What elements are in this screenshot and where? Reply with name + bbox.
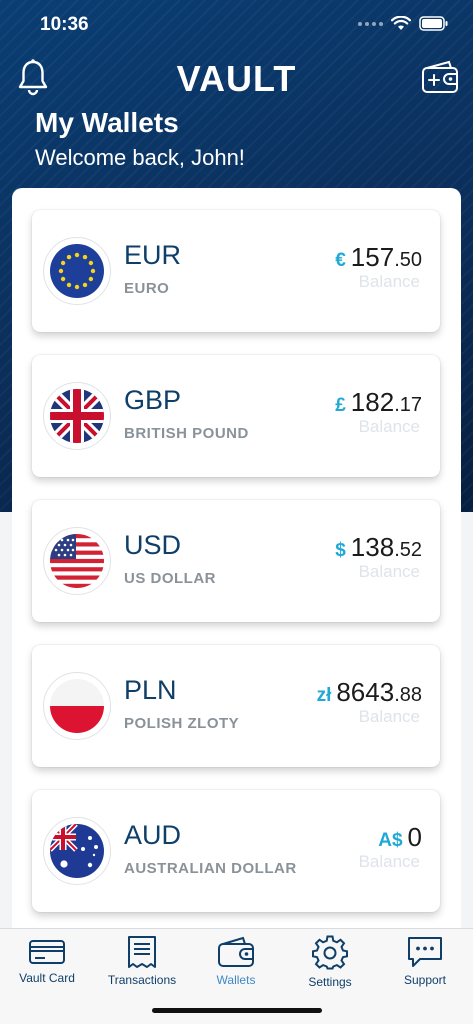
tab-label: Wallets: [216, 973, 256, 987]
currency-symbol: £: [335, 395, 346, 416]
tab-label: Support: [403, 973, 447, 987]
flag-badge: [43, 382, 111, 450]
wallet-icon: [218, 936, 254, 967]
amount-minor: .17: [394, 394, 422, 416]
wallet-card-aud[interactable]: AUD AUSTRALIAN DOLLAR A$ 0 Balance: [32, 790, 440, 912]
amount-minor: .50: [394, 249, 422, 271]
amount-major: 8643: [336, 677, 395, 707]
tab-label: Transactions: [107, 973, 177, 987]
wallet-card-usd[interactable]: USD US DOLLAR $ 138 .52 Balance: [32, 500, 440, 622]
currency-code: PLN: [124, 675, 177, 705]
currency-name: AUSTRALIAN DOLLAR: [124, 860, 297, 877]
amount-major: 0: [407, 822, 422, 852]
balance-label: Balance: [358, 272, 420, 291]
flag-badge: [43, 817, 111, 885]
vault-logo: VAULT: [176, 58, 297, 99]
tab-vault-card[interactable]: Vault Card: [0, 929, 94, 991]
currency-code: USD: [124, 530, 182, 560]
amount-minor: .88: [394, 684, 422, 706]
pl-flag-icon: [50, 679, 104, 733]
wallet-list: EUR EURO € 157 .50 Balance GBP BRITISH P: [12, 188, 461, 933]
tab-wallets[interactable]: Wallets: [189, 929, 283, 991]
currency-code: AUD: [124, 820, 182, 850]
eu-flag-icon: [50, 244, 104, 298]
wallet-card-pln[interactable]: PLN POLISH ZLOTY zł 8643 .88 Balance: [32, 645, 440, 767]
amount-minor: .52: [394, 539, 422, 561]
currency-symbol: A$: [378, 830, 403, 851]
balance-label: Balance: [358, 852, 420, 871]
status-time: 10:36: [40, 14, 89, 35]
currency-name: US DOLLAR: [124, 570, 216, 587]
au-flag-icon: [50, 824, 104, 878]
flag-badge: [43, 527, 111, 595]
currency-name: EURO: [124, 280, 170, 297]
status-icons: [358, 16, 449, 31]
currency-symbol: $: [335, 540, 346, 561]
home-indicator: [152, 1008, 322, 1013]
wallet-card-gbp[interactable]: GBP BRITISH POUND £ 182 .17 Balance: [32, 355, 440, 477]
currency-symbol: €: [335, 250, 346, 271]
welcome-message: Welcome back, John!: [35, 145, 245, 170]
tab-label: Vault Card: [19, 971, 75, 985]
receipt-icon: [128, 936, 156, 968]
balance-label: Balance: [358, 417, 420, 436]
flag-badge: [43, 672, 111, 740]
add-wallet-icon[interactable]: [421, 60, 461, 94]
balance-label: Balance: [358, 562, 420, 581]
flag-badge: [43, 237, 111, 305]
signal-icon: [358, 21, 383, 26]
currency-name: POLISH ZLOTY: [124, 715, 240, 732]
wallet-amount: € 157 .50: [335, 242, 422, 273]
wallet-card-eur[interactable]: EUR EURO € 157 .50 Balance: [32, 210, 440, 332]
gear-icon: [312, 935, 348, 970]
tab-label: Settings: [308, 975, 352, 989]
tab-support[interactable]: Support: [378, 929, 472, 991]
chat-icon: [408, 937, 442, 967]
balance-label: Balance: [358, 707, 420, 726]
wallet-amount: A$ 0: [378, 822, 422, 853]
amount-major: 138: [350, 532, 395, 562]
wallet-amount: $ 138 .52: [335, 532, 422, 563]
currency-name: BRITISH POUND: [124, 425, 249, 442]
uk-flag-icon: [50, 389, 104, 443]
card-icon: [29, 940, 65, 964]
tab-settings[interactable]: Settings: [283, 929, 377, 991]
currency-symbol: zł: [316, 685, 332, 706]
battery-icon: [419, 16, 448, 31]
amount-major: 157: [350, 242, 395, 272]
wifi-icon: [391, 16, 411, 30]
wallet-amount: zł 8643 .88: [317, 677, 422, 708]
app-header: VAULT: [0, 56, 473, 100]
currency-code: GBP: [124, 385, 182, 415]
us-flag-icon: [50, 534, 104, 588]
tab-transactions[interactable]: Transactions: [95, 929, 189, 991]
status-bar: 10:36: [0, 0, 473, 50]
currency-code: EUR: [124, 240, 182, 270]
amount-major: 182: [350, 387, 395, 417]
page-title: My Wallets: [35, 107, 179, 138]
wallet-amount: £ 182 .17: [335, 387, 422, 418]
